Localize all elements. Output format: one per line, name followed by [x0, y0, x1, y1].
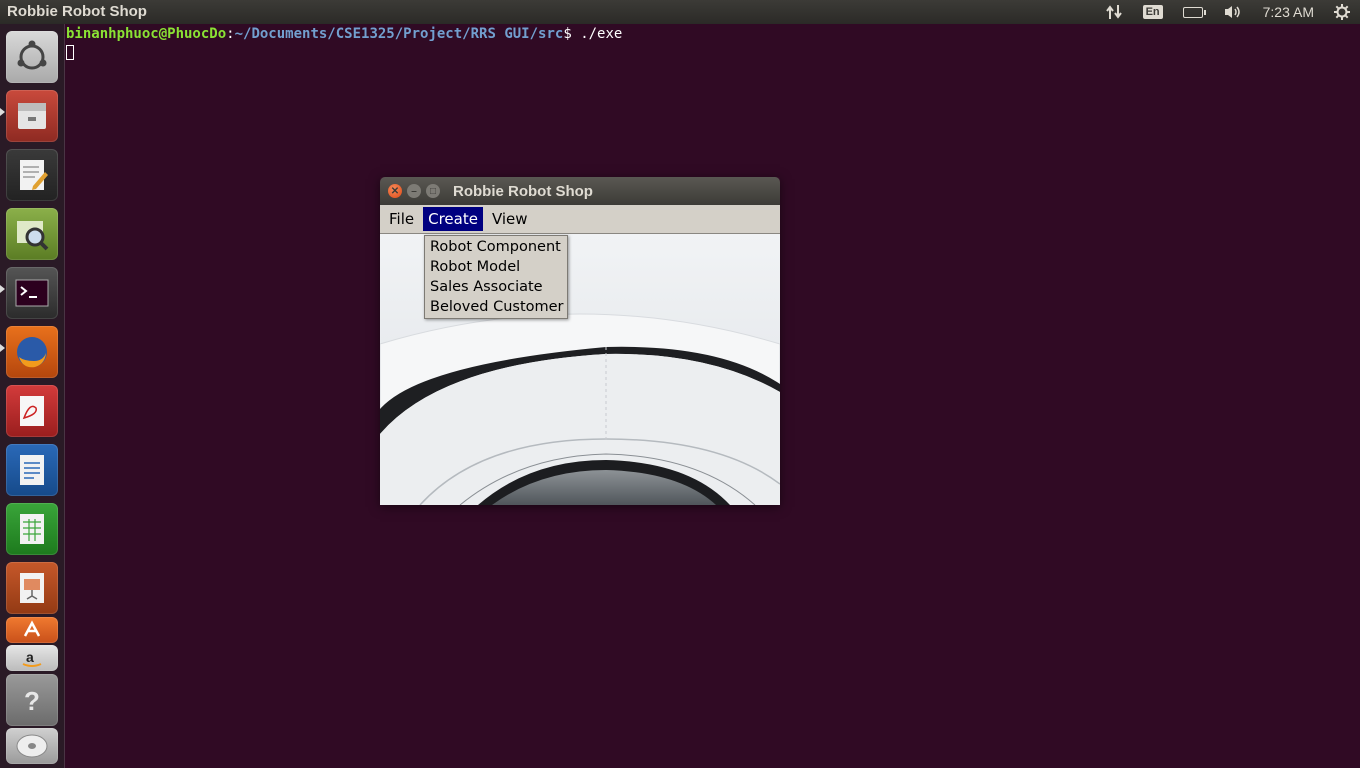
running-indicator [0, 344, 5, 352]
terminal-cursor [66, 45, 74, 60]
minimize-icon[interactable]: – [407, 184, 421, 198]
text-editor-icon[interactable] [6, 149, 58, 201]
ubuntu-dash-icon[interactable] [6, 31, 58, 83]
window-titlebar[interactable]: ✕ – □ Robbie Robot Shop [380, 177, 780, 205]
window-title: Robbie Robot Shop [453, 183, 593, 200]
gear-icon[interactable] [1334, 4, 1350, 20]
menu-bar: File Create View [380, 205, 780, 234]
impress-icon[interactable] [6, 562, 58, 614]
svg-text:?: ? [24, 686, 40, 716]
terminal-output[interactable]: binanhphuoc@PhuocDo:~/Documents/CSE1325/… [66, 26, 622, 65]
running-indicator [0, 108, 5, 116]
network-icon[interactable] [1105, 4, 1123, 20]
terminal-command: ./exe [580, 26, 623, 42]
maximize-icon[interactable]: □ [426, 184, 440, 198]
system-tray: En 7:23 AM [1095, 0, 1360, 24]
keyboard-layout-indicator[interactable]: En [1142, 5, 1163, 19]
menu-item-robot-model[interactable]: Robot Model [425, 257, 567, 277]
menu-view[interactable]: View [487, 207, 533, 231]
active-app-title: Robbie Robot Shop [7, 3, 147, 20]
lang-badge: En [1142, 5, 1163, 19]
help-icon[interactable]: ? [6, 674, 58, 726]
menu-file[interactable]: File [384, 207, 419, 231]
writer-icon[interactable] [6, 444, 58, 496]
amazon-icon[interactable]: a [6, 645, 58, 671]
volume-icon[interactable] [1223, 4, 1243, 20]
clock[interactable]: 7:23 AM [1263, 4, 1314, 20]
firefox-icon[interactable] [6, 326, 58, 378]
image-viewer-icon[interactable] [6, 208, 58, 260]
terminal-separator: : [226, 26, 235, 42]
files-icon[interactable] [6, 90, 58, 142]
terminal-user-host: binanhphuoc@PhuocDo [66, 26, 227, 42]
running-indicator [0, 285, 5, 293]
menu-item-sales-associate[interactable]: Sales Associate [425, 277, 567, 297]
calc-icon[interactable] [6, 503, 58, 555]
close-icon[interactable]: ✕ [388, 184, 402, 198]
terminal-prompt: $ [563, 26, 581, 42]
top-panel: Robbie Robot Shop En 7:23 AM [0, 0, 1360, 24]
terminal-path: ~/Documents/CSE1325/Project/RRS GUI/src [234, 26, 564, 42]
launcher: a ? [0, 24, 65, 768]
terminal-icon[interactable] [6, 267, 58, 319]
svg-text:a: a [26, 649, 34, 665]
menu-item-beloved-customer[interactable]: Beloved Customer [425, 297, 567, 317]
menu-create[interactable]: Create [423, 207, 483, 231]
battery-icon[interactable] [1182, 6, 1206, 18]
disc-icon[interactable] [6, 728, 58, 764]
document-viewer-icon[interactable] [6, 385, 58, 437]
app-window: ✕ – □ Robbie Robot Shop File Create View [380, 177, 780, 505]
menu-item-robot-component[interactable]: Robot Component [425, 237, 567, 257]
create-dropdown-menu: Robot Component Robot Model Sales Associ… [424, 235, 568, 319]
